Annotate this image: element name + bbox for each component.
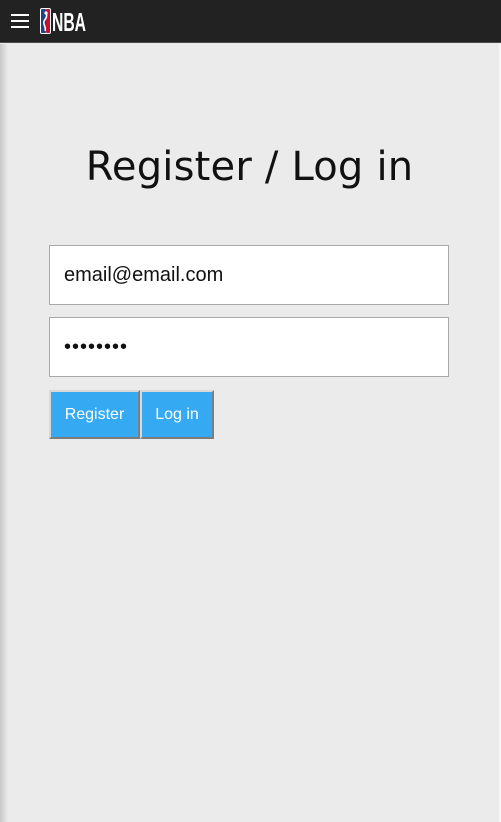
- nba-logo-text: NBA: [52, 8, 86, 34]
- password-field[interactable]: [49, 317, 449, 377]
- hamburger-line: [11, 26, 29, 28]
- nba-logo-wordmark: NBA: [52, 8, 86, 34]
- page-title: Register / Log in: [85, 144, 414, 190]
- login-button[interactable]: Log in: [140, 390, 214, 439]
- hamburger-menu-icon[interactable]: [11, 14, 29, 28]
- hamburger-line: [11, 14, 29, 16]
- email-field[interactable]: [49, 245, 449, 305]
- nba-logo[interactable]: NBA: [40, 7, 86, 35]
- top-nav-bar: NBA: [0, 0, 501, 43]
- register-button[interactable]: Register: [49, 390, 140, 439]
- hamburger-line: [11, 20, 29, 22]
- nba-logo-icon: [40, 8, 51, 34]
